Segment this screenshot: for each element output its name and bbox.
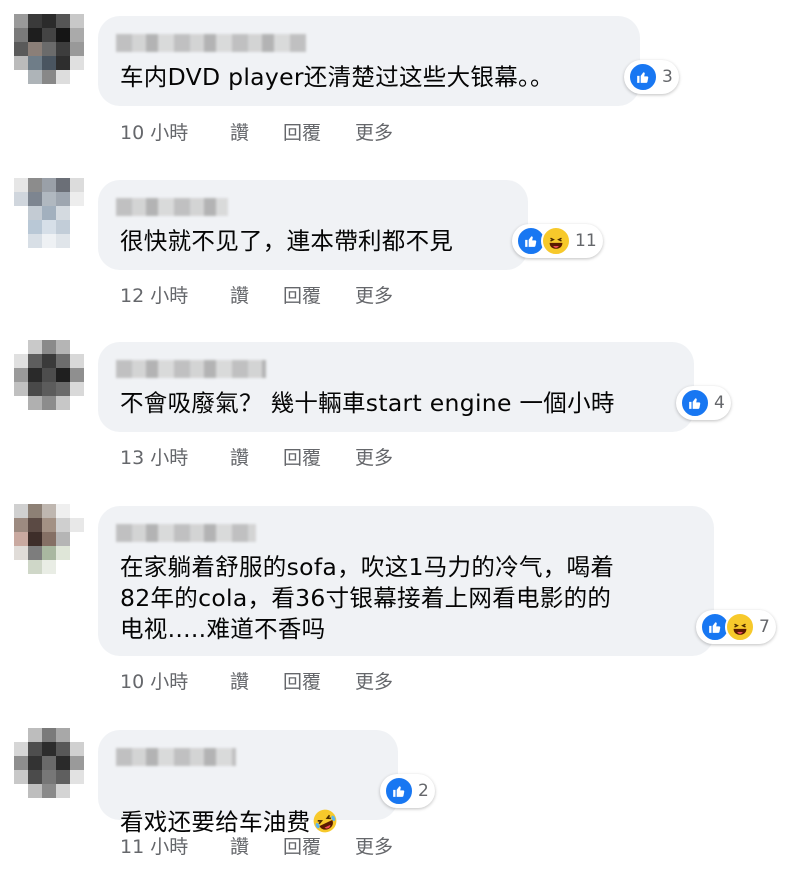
avatar[interactable]: [14, 504, 84, 574]
more-button[interactable]: 更多: [355, 443, 393, 470]
commenter-name-redacted[interactable]: [116, 34, 306, 52]
comment-bubble: 在家躺着舒服的sofa，吹这1马力的冷气，喝着 82年的cola，看36寸银幕接…: [98, 506, 714, 656]
reaction-count: 2: [418, 781, 429, 801]
timestamp[interactable]: 13 小時: [120, 443, 230, 470]
like-button[interactable]: 讚: [230, 667, 249, 694]
comment-bubble: 很快就不见了，連本帶利都不見: [98, 180, 528, 270]
reaction-count: 4: [714, 393, 725, 413]
commenter-name-redacted[interactable]: [116, 198, 228, 216]
comment-bubble: 车内DVD player还清楚过这些大银幕。。: [98, 16, 640, 106]
timestamp[interactable]: 10 小時: [120, 667, 230, 694]
reply-button[interactable]: 回覆: [283, 443, 321, 470]
comment-text: 看戏还要给车油费: [120, 776, 338, 838]
like-button[interactable]: 讚: [230, 443, 249, 470]
like-button[interactable]: 讚: [230, 832, 249, 859]
more-button[interactable]: 更多: [355, 281, 393, 308]
timestamp[interactable]: 12 小時: [120, 281, 230, 308]
comment-text: 在家躺着舒服的sofa，吹这1马力的冷气，喝着 82年的cola，看36寸银幕接…: [120, 553, 615, 643]
reply-button[interactable]: 回覆: [283, 667, 321, 694]
comment-meta: 12 小時 讚 回覆 更多: [120, 281, 427, 308]
like-icon: [680, 388, 710, 418]
timestamp[interactable]: 11 小時: [120, 832, 230, 859]
commenter-name-redacted[interactable]: [116, 524, 256, 542]
reaction-count: 3: [662, 67, 673, 87]
haha-icon: [541, 226, 571, 256]
more-button[interactable]: 更多: [355, 832, 393, 859]
reaction-count: 7: [759, 617, 770, 637]
avatar[interactable]: [14, 340, 84, 410]
comment-meta: 13 小時 讚 回覆 更多: [120, 443, 427, 470]
comment-meta: 10 小時 讚 回覆 更多: [120, 667, 427, 694]
comment-text: 不會吸廢氣？ 幾十輛車start engine 一個小時: [120, 389, 615, 417]
avatar[interactable]: [14, 178, 84, 248]
commenter-name-redacted[interactable]: [116, 748, 236, 766]
reaction-summary[interactable]: 11: [512, 224, 603, 258]
comment-text: 很快就不见了，連本帶利都不見: [120, 227, 454, 255]
more-button[interactable]: 更多: [355, 118, 393, 145]
reaction-summary[interactable]: 7: [696, 610, 776, 644]
reaction-summary[interactable]: 2: [380, 774, 435, 808]
reply-button[interactable]: 回覆: [283, 832, 321, 859]
avatar[interactable]: [14, 728, 84, 798]
haha-icon: [725, 612, 755, 642]
timestamp[interactable]: 10 小時: [120, 118, 230, 145]
reply-button[interactable]: 回覆: [283, 118, 321, 145]
like-icon: [384, 776, 414, 806]
comment-text: 车内DVD player还清楚过这些大银幕。。: [120, 63, 554, 91]
more-button[interactable]: 更多: [355, 667, 393, 694]
reaction-count: 11: [575, 231, 597, 251]
comment-meta: 10 小時 讚 回覆 更多: [120, 118, 427, 145]
reaction-summary[interactable]: 4: [676, 386, 731, 420]
like-icon: [628, 62, 658, 92]
comment-bubble: 看戏还要给车油费: [98, 730, 398, 836]
rolling-laughing-emoji: [312, 808, 338, 834]
comment-meta: 11 小時 讚 回覆 更多: [120, 832, 427, 859]
reply-button[interactable]: 回覆: [283, 281, 321, 308]
comment-bubble: 不會吸廢氣？ 幾十輛車start engine 一個小時: [98, 342, 694, 432]
commenter-name-redacted[interactable]: [116, 360, 266, 378]
like-button[interactable]: 讚: [230, 281, 249, 308]
reaction-summary[interactable]: 3: [624, 60, 679, 94]
like-button[interactable]: 讚: [230, 118, 249, 145]
avatar[interactable]: [14, 14, 84, 84]
